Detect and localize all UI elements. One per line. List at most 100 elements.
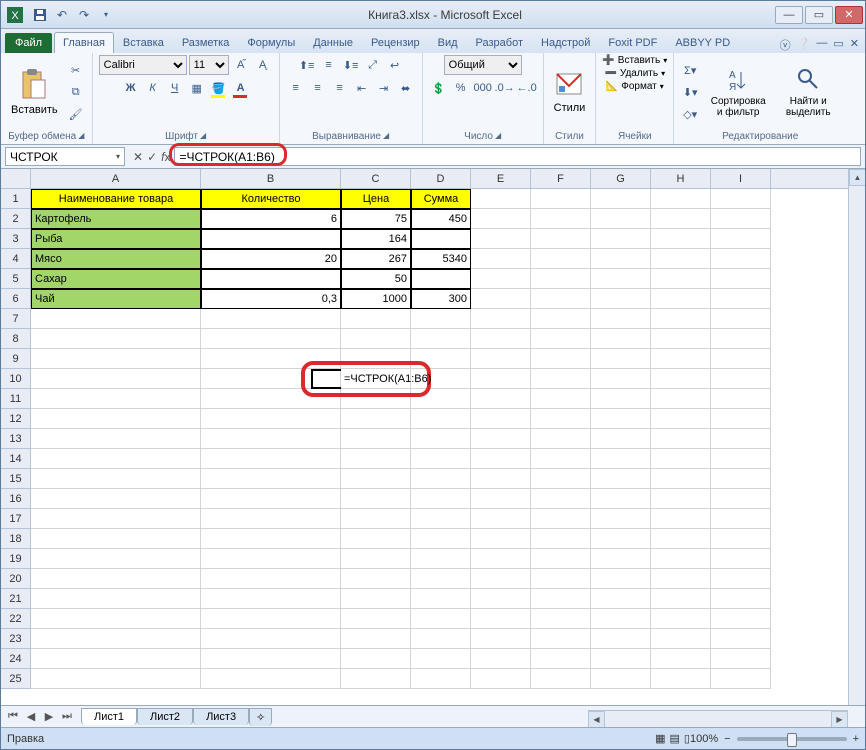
cell-C19[interactable] xyxy=(341,549,411,569)
cell-E21[interactable] xyxy=(471,589,531,609)
cell-B11[interactable] xyxy=(201,389,341,409)
cell-A9[interactable] xyxy=(31,349,201,369)
cell-G22[interactable] xyxy=(591,609,651,629)
cell-E8[interactable] xyxy=(471,329,531,349)
cell-I14[interactable] xyxy=(711,449,771,469)
cell-H24[interactable] xyxy=(651,649,711,669)
cell-E15[interactable] xyxy=(471,469,531,489)
cell-C2[interactable]: 75 xyxy=(341,209,411,229)
name-box-dropdown-icon[interactable]: ▾ xyxy=(116,152,120,161)
cell-D4[interactable]: 5340 xyxy=(411,249,471,269)
cell-E17[interactable] xyxy=(471,509,531,529)
autosum-icon[interactable]: Σ▾ xyxy=(680,60,700,80)
cell-I2[interactable] xyxy=(711,209,771,229)
cell-G19[interactable] xyxy=(591,549,651,569)
cell-D21[interactable] xyxy=(411,589,471,609)
window-close-icon[interactable]: ✕ xyxy=(850,37,859,53)
zoom-out-icon[interactable]: − xyxy=(724,733,730,745)
cell-F21[interactable] xyxy=(531,589,591,609)
font-launcher-icon[interactable]: ◢ xyxy=(200,131,206,142)
cell-D22[interactable] xyxy=(411,609,471,629)
font-size-select[interactable]: 11 xyxy=(189,55,229,75)
delete-cells-button[interactable]: ➖Удалить▾ xyxy=(604,68,665,79)
cell-B17[interactable] xyxy=(201,509,341,529)
cell-G16[interactable] xyxy=(591,489,651,509)
cell-G6[interactable] xyxy=(591,289,651,309)
cell-E20[interactable] xyxy=(471,569,531,589)
row-header-14[interactable]: 14 xyxy=(1,449,30,469)
cell-E18[interactable] xyxy=(471,529,531,549)
maximize-button[interactable]: ▭ xyxy=(805,6,833,24)
cell-B23[interactable] xyxy=(201,629,341,649)
cell-D19[interactable] xyxy=(411,549,471,569)
cell-F20[interactable] xyxy=(531,569,591,589)
col-header-G[interactable]: G xyxy=(591,169,651,188)
cell-G20[interactable] xyxy=(591,569,651,589)
qat-dropdown-icon[interactable]: ▾ xyxy=(97,6,115,24)
cell-C7[interactable] xyxy=(341,309,411,329)
cell-I15[interactable] xyxy=(711,469,771,489)
cell-F3[interactable] xyxy=(531,229,591,249)
cell-G24[interactable] xyxy=(591,649,651,669)
row-header-23[interactable]: 23 xyxy=(1,629,30,649)
number-launcher-icon[interactable]: ◢ xyxy=(495,131,501,142)
view-normal-icon[interactable]: ▦ xyxy=(655,732,665,745)
row-header-17[interactable]: 17 xyxy=(1,509,30,529)
cell-F12[interactable] xyxy=(531,409,591,429)
cell-H7[interactable] xyxy=(651,309,711,329)
cell-C10[interactable]: =ЧСТРОК(A1:B6) xyxy=(341,369,411,389)
cell-H4[interactable] xyxy=(651,249,711,269)
row-header-5[interactable]: 5 xyxy=(1,269,30,289)
cell-F13[interactable] xyxy=(531,429,591,449)
cell-B22[interactable] xyxy=(201,609,341,629)
cell-C13[interactable] xyxy=(341,429,411,449)
cell-G17[interactable] xyxy=(591,509,651,529)
cell-A20[interactable] xyxy=(31,569,201,589)
cell-I24[interactable] xyxy=(711,649,771,669)
font-color-icon[interactable]: A xyxy=(231,78,251,98)
help-icon[interactable]: ❔ xyxy=(797,37,811,53)
cell-G14[interactable] xyxy=(591,449,651,469)
cell-G3[interactable] xyxy=(591,229,651,249)
cell-H18[interactable] xyxy=(651,529,711,549)
cell-A2[interactable]: Картофель xyxy=(31,209,201,229)
row-header-11[interactable]: 11 xyxy=(1,389,30,409)
tab-foxit[interactable]: Foxit PDF xyxy=(599,32,666,53)
cell-H11[interactable] xyxy=(651,389,711,409)
cell-C25[interactable] xyxy=(341,669,411,689)
cell-A25[interactable] xyxy=(31,669,201,689)
cell-C20[interactable] xyxy=(341,569,411,589)
zoom-slider[interactable] xyxy=(737,737,847,741)
cell-E13[interactable] xyxy=(471,429,531,449)
row-header-20[interactable]: 20 xyxy=(1,569,30,589)
minimize-ribbon-icon[interactable]: ⓥ xyxy=(780,37,791,53)
cell-C17[interactable] xyxy=(341,509,411,529)
cell-A19[interactable] xyxy=(31,549,201,569)
cell-F25[interactable] xyxy=(531,669,591,689)
cell-B18[interactable] xyxy=(201,529,341,549)
row-header-4[interactable]: 4 xyxy=(1,249,30,269)
cell-B21[interactable] xyxy=(201,589,341,609)
cell-H14[interactable] xyxy=(651,449,711,469)
cell-G10[interactable] xyxy=(591,369,651,389)
row-header-21[interactable]: 21 xyxy=(1,589,30,609)
tab-data[interactable]: Данные xyxy=(304,32,362,53)
cell-H21[interactable] xyxy=(651,589,711,609)
cell-A10[interactable] xyxy=(31,369,201,389)
window-restore-icon[interactable]: ▭ xyxy=(833,37,843,53)
cell-A16[interactable] xyxy=(31,489,201,509)
cell-I5[interactable] xyxy=(711,269,771,289)
align-middle-icon[interactable]: ≡ xyxy=(319,55,339,75)
italic-icon[interactable]: К xyxy=(143,78,163,98)
col-header-H[interactable]: H xyxy=(651,169,711,188)
sheet-nav-next-icon[interactable]: ▶ xyxy=(41,710,57,723)
cell-G18[interactable] xyxy=(591,529,651,549)
cell-A14[interactable] xyxy=(31,449,201,469)
row-header-2[interactable]: 2 xyxy=(1,209,30,229)
cell-B13[interactable] xyxy=(201,429,341,449)
cell-B5[interactable] xyxy=(201,269,341,289)
row-header-25[interactable]: 25 xyxy=(1,669,30,689)
cell-G8[interactable] xyxy=(591,329,651,349)
cell-I16[interactable] xyxy=(711,489,771,509)
cell-H5[interactable] xyxy=(651,269,711,289)
